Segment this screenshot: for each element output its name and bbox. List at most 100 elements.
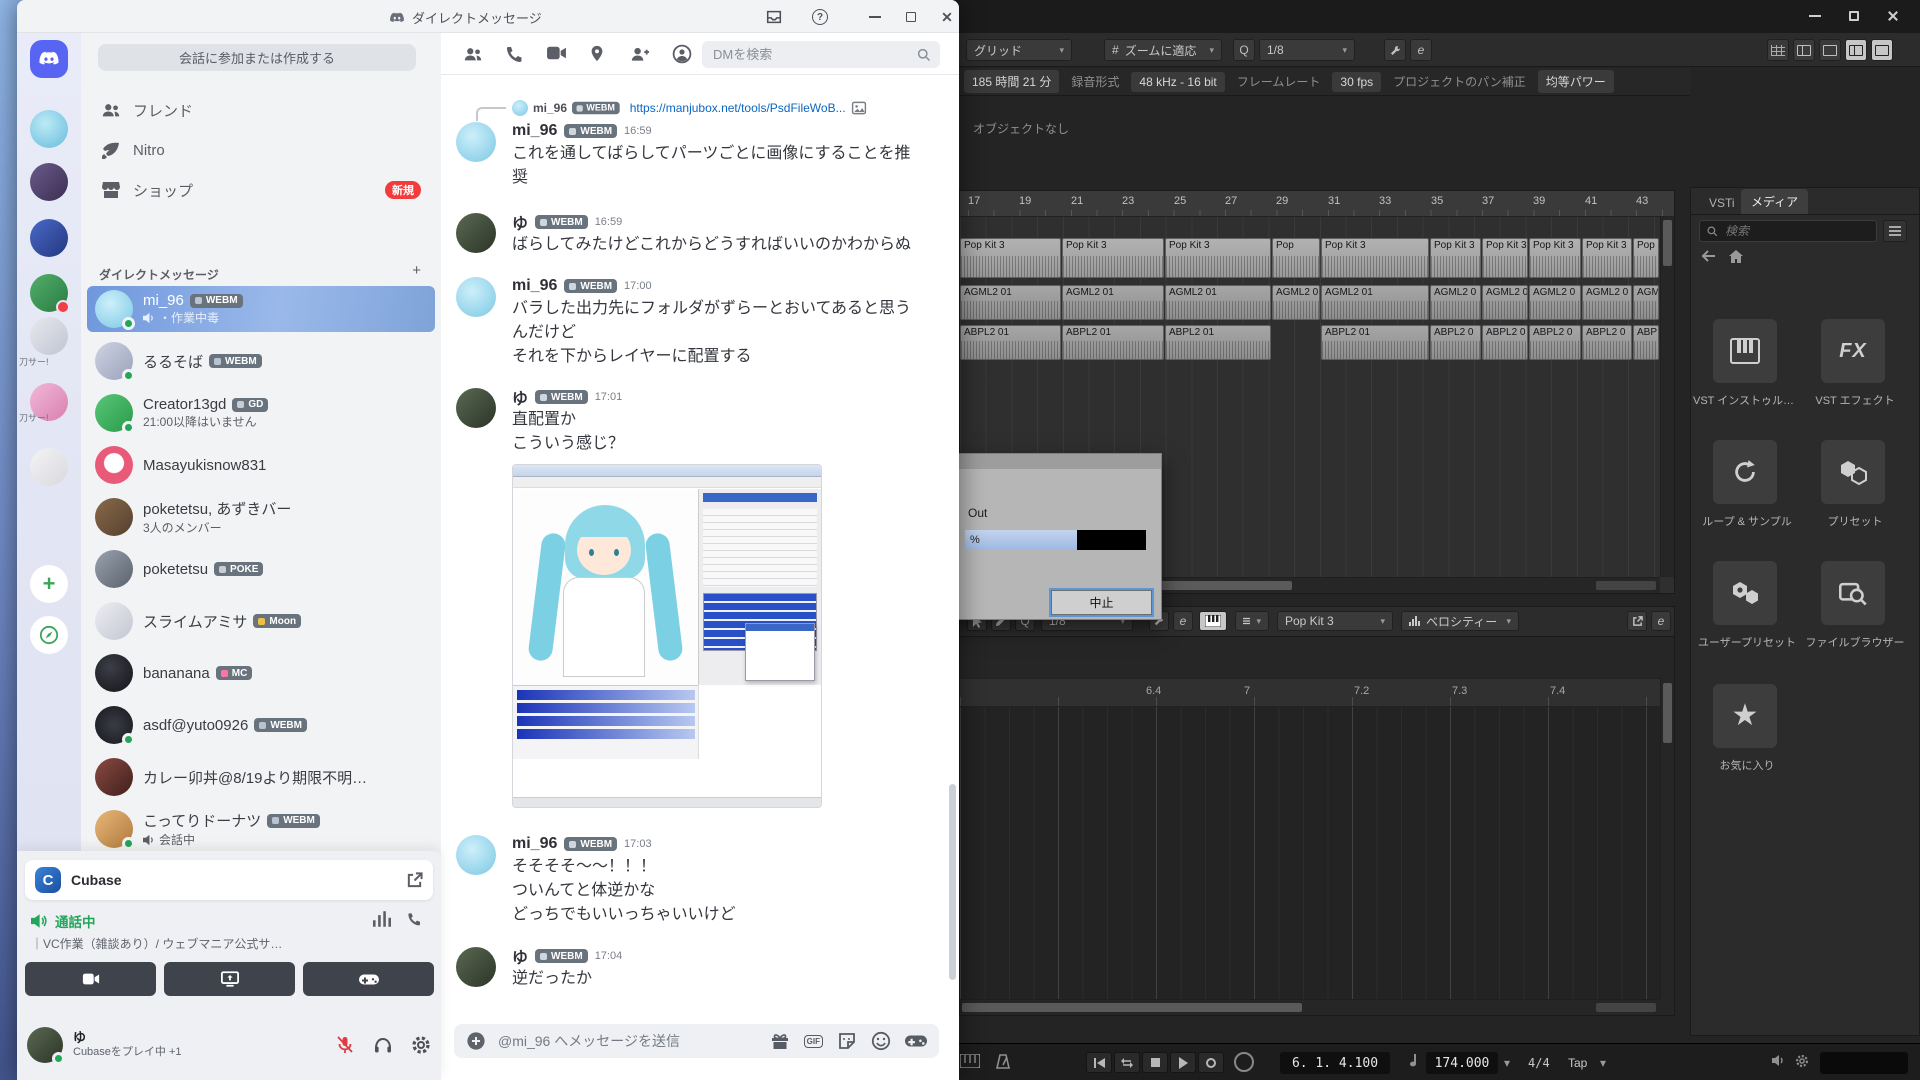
activities-button[interactable] xyxy=(303,962,434,996)
tab-media[interactable]: メディア xyxy=(1741,189,1808,214)
audio-clip[interactable]: Pop Kit 3 xyxy=(1430,238,1481,278)
server-icon[interactable] xyxy=(30,274,68,312)
join-create-conversation-button[interactable]: 会話に参加または作成する xyxy=(98,44,416,71)
media-search-input[interactable] xyxy=(1723,223,1870,239)
dm-list-item[interactable]: poketetsu, あずきバー 3人のメンバー xyxy=(87,494,435,540)
cancel-button[interactable]: 中止 xyxy=(1051,590,1152,615)
metronome-icon[interactable] xyxy=(996,1054,1010,1069)
message-author[interactable]: ゆ xyxy=(512,385,528,409)
audio-clip[interactable]: Pop Kit 3 xyxy=(1529,238,1581,278)
deafen-button[interactable] xyxy=(373,1035,393,1055)
scrollbar-thumb[interactable] xyxy=(1663,683,1672,743)
avatar[interactable] xyxy=(456,835,496,875)
help-button[interactable]: ? xyxy=(808,5,832,29)
reply-reference[interactable]: mi_96 WEBM https://manjubox.net/tools/Ps… xyxy=(512,98,937,118)
audio-clip[interactable]: Pop xyxy=(1272,238,1320,278)
chevron-down-icon[interactable]: ▾ xyxy=(1600,1056,1606,1070)
lower-zone-toggle[interactable] xyxy=(1819,39,1841,61)
avatar[interactable] xyxy=(456,388,496,428)
reply-link[interactable]: https://manjubox.net/tools/PsdFileWoB... xyxy=(630,101,846,115)
edit-button[interactable]: e xyxy=(1410,39,1432,61)
audio-clip[interactable]: AGM xyxy=(1633,285,1659,320)
home-icon[interactable] xyxy=(1729,250,1743,263)
attach-file-button[interactable] xyxy=(466,1031,486,1051)
quantize-toggle[interactable]: Q xyxy=(1233,39,1255,61)
sidebar-item-friends[interactable]: フレンド xyxy=(89,92,433,128)
running-app-card[interactable]: C Cubase xyxy=(25,860,433,900)
tile-vst-effects[interactable]: FX xyxy=(1821,319,1885,383)
sidebar-item-nitro[interactable]: Nitro xyxy=(89,132,433,168)
audio-clip[interactable]: AGML2 0 xyxy=(1582,285,1632,320)
gift-button[interactable] xyxy=(770,1031,790,1051)
audio-clip[interactable]: ABPL2 0 xyxy=(1582,325,1632,360)
audio-clip[interactable]: ABPL2 01 xyxy=(1321,325,1429,360)
dm-list-item[interactable]: るるそば WEBM xyxy=(87,338,435,384)
jog-wheel[interactable] xyxy=(1234,1052,1254,1072)
dm-list-item[interactable]: スライムアミサ Moon xyxy=(87,598,435,644)
dm-list-item[interactable]: poketetsu POKE xyxy=(87,546,435,592)
timeline-ruler[interactable]: 1719212325272931333537394143 xyxy=(960,191,1674,217)
audio-clip[interactable]: AGML2 0 xyxy=(1529,285,1581,320)
time-signature[interactable]: 4/4 xyxy=(1528,1056,1550,1070)
tile-file-browser[interactable] xyxy=(1821,561,1885,625)
mic-muted-button[interactable] xyxy=(335,1035,355,1055)
screen-share-button[interactable] xyxy=(164,962,295,996)
user-meta[interactable]: ゆ Cubaseをプレイ中 +1 xyxy=(73,1030,182,1060)
audio-clip[interactable]: AGML2 01 xyxy=(960,285,1061,320)
close-button[interactable] xyxy=(935,5,959,29)
dm-list-item[interactable]: Masayukisnow831 xyxy=(87,442,435,488)
message-author[interactable]: ゆ xyxy=(512,944,528,968)
results-list-button[interactable] xyxy=(1883,220,1907,242)
tab-vsti[interactable]: VSTi xyxy=(1699,192,1745,214)
call-channel-name[interactable]: ｜VC作業（雑談あり）/ ウェブマニア公式サ… xyxy=(31,935,423,952)
grid-type-dropdown[interactable]: グリッド ▾ xyxy=(966,39,1072,61)
add-friends-to-dm-button[interactable] xyxy=(629,44,650,64)
audio-clip[interactable]: AGML2 01 xyxy=(1165,285,1271,320)
voice-call-button[interactable] xyxy=(504,44,524,64)
message-author[interactable]: mi_96 xyxy=(512,277,557,295)
tile-user-presets[interactable] xyxy=(1713,561,1777,625)
inbox-button[interactable] xyxy=(762,5,786,29)
sticker-button[interactable] xyxy=(837,1031,857,1051)
zones-toggle[interactable] xyxy=(1871,39,1893,61)
explore-servers-button[interactable] xyxy=(30,616,68,654)
dm-list-item[interactable]: asdf@yuto0926 WEBM xyxy=(87,702,435,748)
server-icon[interactable] xyxy=(30,448,68,486)
audio-clip[interactable]: Pop Kit 3 xyxy=(960,238,1061,278)
maximize-button[interactable] xyxy=(1841,4,1867,28)
scrollbar-thumb[interactable] xyxy=(1663,220,1672,266)
note-display-toggle[interactable] xyxy=(1199,611,1227,631)
dm-list-item[interactable]: Creator13gd GD 21:00以降はいません xyxy=(87,390,435,436)
tile-favorites[interactable]: ★ xyxy=(1713,684,1777,748)
audio-clip[interactable]: Pop Kit 3 xyxy=(1321,238,1429,278)
audio-clip[interactable]: Pop Kit 3 xyxy=(1165,238,1271,278)
message-author[interactable]: mi_96 xyxy=(512,835,557,853)
user-profile-button[interactable] xyxy=(672,44,692,64)
maximize-button[interactable] xyxy=(899,5,923,29)
audio-clip[interactable]: AGML2 01 xyxy=(1321,285,1429,320)
goto-start-button[interactable] xyxy=(1086,1052,1112,1073)
dm-list-item[interactable]: こってりドーナツ WEBM 会話中 xyxy=(87,806,435,852)
zoom-slider[interactable] xyxy=(1596,581,1656,590)
lane-presets-dropdown[interactable]: ▾ xyxy=(1235,611,1269,631)
audio-clip[interactable]: Pop Kit 3 xyxy=(1582,238,1632,278)
audio-clip[interactable]: ABPL2 0 xyxy=(1529,325,1581,360)
attachment-image[interactable] xyxy=(512,464,822,808)
video-call-button[interactable] xyxy=(546,44,567,62)
home-button[interactable] xyxy=(30,40,68,78)
voice-activity-icon[interactable] xyxy=(373,911,391,927)
editor-ruler[interactable]: 6.477.27.37.4 xyxy=(960,678,1674,707)
tile-presets[interactable] xyxy=(1821,440,1885,504)
pin-icon[interactable] xyxy=(588,44,606,64)
server-icon[interactable] xyxy=(30,110,68,148)
cycle-button[interactable] xyxy=(1114,1052,1140,1073)
media-search-box[interactable] xyxy=(1699,220,1877,242)
gear-icon[interactable] xyxy=(1795,1054,1809,1068)
audio-clip[interactable]: Pop Kit 3 xyxy=(1062,238,1164,278)
scrollbar-thumb[interactable] xyxy=(949,784,956,980)
sidebar-item-shop[interactable]: ショップ 新規 xyxy=(89,172,433,208)
open-in-window-button[interactable] xyxy=(1627,611,1647,631)
audio-clip[interactable]: AGML2 0 xyxy=(1482,285,1528,320)
right-zone-toggle[interactable] xyxy=(1845,39,1867,61)
zoom-adapt-dropdown[interactable]: # ズームに適応 ▾ xyxy=(1104,39,1222,61)
